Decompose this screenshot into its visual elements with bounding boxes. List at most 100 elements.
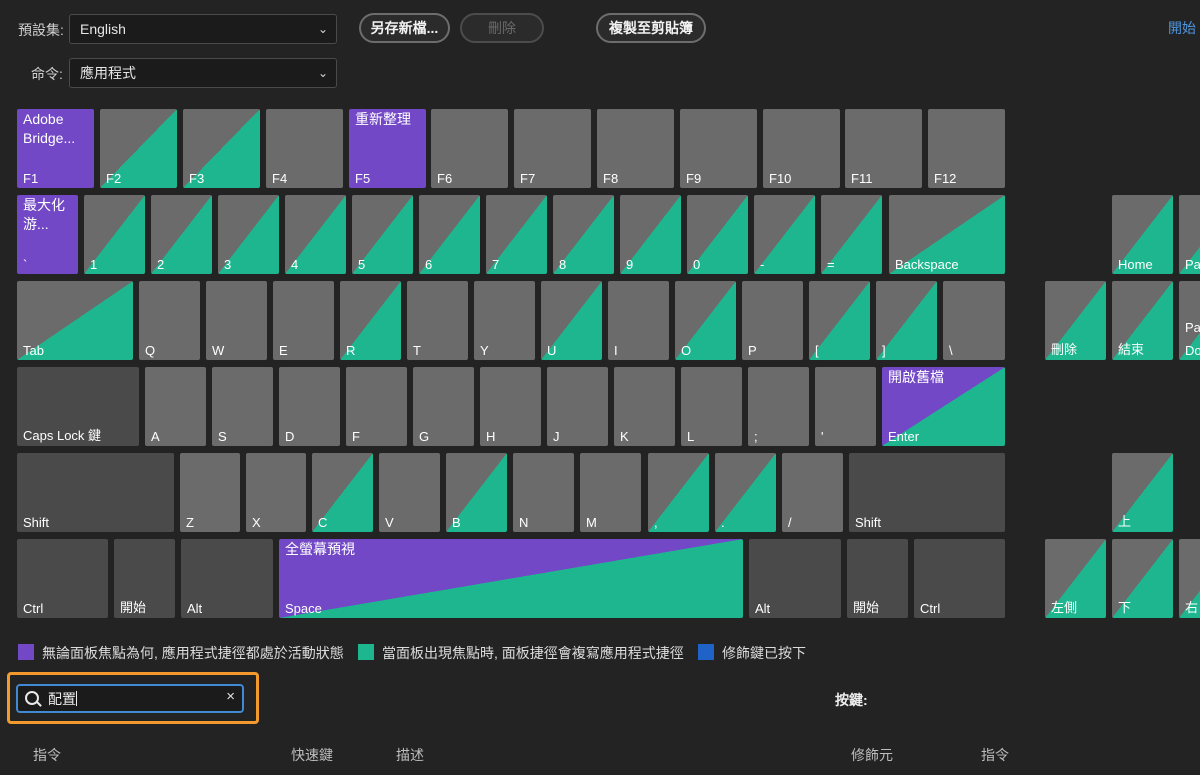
key-arrow-up[interactable]: 上 xyxy=(1112,453,1173,532)
key-2[interactable]: 2 xyxy=(151,195,212,274)
key-left-alt[interactable]: Alt xyxy=(181,539,273,618)
key-home[interactable]: Home xyxy=(1112,195,1173,274)
key-semicolon[interactable]: ; xyxy=(748,367,809,446)
key-u[interactable]: U xyxy=(541,281,602,360)
delete-button[interactable]: 刪除 xyxy=(460,13,544,43)
key-f10[interactable]: F10 xyxy=(763,109,840,188)
key-left-shift[interactable]: Shift xyxy=(17,453,174,532)
key-arrow-right[interactable]: 右 xyxy=(1179,539,1200,618)
key-f5[interactable]: 重新整理 F5 xyxy=(349,109,426,188)
column-header-modifier[interactable]: 修飾元 xyxy=(851,745,893,765)
key-z[interactable]: Z xyxy=(180,453,240,532)
key-equal[interactable]: = xyxy=(821,195,882,274)
key-1[interactable]: 1 xyxy=(84,195,145,274)
key-label: . xyxy=(721,515,725,530)
key-3[interactable]: 3 xyxy=(218,195,279,274)
key-right-ctrl[interactable]: Ctrl xyxy=(914,539,1005,618)
key-f1[interactable]: Adobe Bridge... F1 xyxy=(17,109,94,188)
key-f3[interactable]: F3 xyxy=(183,109,260,188)
key-minus[interactable]: - xyxy=(754,195,815,274)
key-backslash[interactable]: \ xyxy=(943,281,1005,360)
key-g[interactable]: G xyxy=(413,367,474,446)
key-arrow-left[interactable]: 左側 xyxy=(1045,539,1106,618)
key-0[interactable]: 0 xyxy=(687,195,748,274)
key-grave[interactable]: 最大化游... ` xyxy=(17,195,78,274)
key-v[interactable]: V xyxy=(379,453,440,532)
key-caps-lock[interactable]: Caps Lock 鍵 xyxy=(17,367,139,446)
key-r[interactable]: R xyxy=(340,281,401,360)
key-f6[interactable]: F6 xyxy=(431,109,508,188)
key-f8[interactable]: F8 xyxy=(597,109,674,188)
key-t[interactable]: T xyxy=(407,281,468,360)
column-header-command[interactable]: 指令 xyxy=(33,745,61,765)
key-m[interactable]: M xyxy=(580,453,641,532)
key-tab[interactable]: Tab xyxy=(17,281,133,360)
key-label: \ xyxy=(949,343,953,358)
start-link[interactable]: 開始 xyxy=(1168,18,1196,38)
key-x[interactable]: X xyxy=(246,453,306,532)
key-f11[interactable]: F11 xyxy=(845,109,922,188)
key-i[interactable]: I xyxy=(608,281,669,360)
key-f2[interactable]: F2 xyxy=(100,109,177,188)
key-page-up[interactable]: Pa xyxy=(1179,195,1200,274)
key-command: 最大化游... xyxy=(23,197,65,232)
key-d[interactable]: D xyxy=(279,367,340,446)
key-space[interactable]: 全螢幕預視 Space xyxy=(279,539,743,618)
key-c[interactable]: C xyxy=(312,453,373,532)
key-6[interactable]: 6 xyxy=(419,195,480,274)
key-right-bracket[interactable]: ] xyxy=(876,281,937,360)
key-q[interactable]: Q xyxy=(139,281,200,360)
key-end[interactable]: 結束 xyxy=(1112,281,1173,360)
key-n[interactable]: N xyxy=(513,453,574,532)
key-j[interactable]: J xyxy=(547,367,608,446)
key-left-ctrl[interactable]: Ctrl xyxy=(17,539,108,618)
key-k[interactable]: K xyxy=(614,367,675,446)
key-period[interactable]: . xyxy=(715,453,776,532)
key-l[interactable]: L xyxy=(681,367,742,446)
search-input[interactable]: 配置 × xyxy=(16,684,244,713)
key-e[interactable]: E xyxy=(273,281,334,360)
key-8[interactable]: 8 xyxy=(553,195,614,274)
key-9[interactable]: 9 xyxy=(620,195,681,274)
key-backspace[interactable]: Backspace xyxy=(889,195,1005,274)
preset-dropdown[interactable]: English ⌄ xyxy=(69,14,337,44)
key-enter[interactable]: 開啟舊檔 Enter xyxy=(882,367,1005,446)
key-left-bracket[interactable]: [ xyxy=(809,281,870,360)
save-as-button[interactable]: 另存新檔... xyxy=(359,13,450,43)
key-right-start[interactable]: 開始 xyxy=(847,539,908,618)
key-comma[interactable]: , xyxy=(648,453,709,532)
key-page-down[interactable]: Pag Do xyxy=(1179,281,1200,360)
key-f4[interactable]: F4 xyxy=(266,109,343,188)
key-right-alt[interactable]: Alt xyxy=(749,539,841,618)
key-b[interactable]: B xyxy=(446,453,507,532)
key-5[interactable]: 5 xyxy=(352,195,413,274)
key-f9[interactable]: F9 xyxy=(680,109,757,188)
key-label: 開始 xyxy=(853,600,880,615)
key-4[interactable]: 4 xyxy=(285,195,346,274)
key-s[interactable]: S xyxy=(212,367,273,446)
key-w[interactable]: W xyxy=(206,281,267,360)
key-quote[interactable]: ' xyxy=(815,367,876,446)
key-slash[interactable]: / xyxy=(782,453,843,532)
key-a[interactable]: A xyxy=(145,367,206,446)
key-7[interactable]: 7 xyxy=(486,195,547,274)
key-arrow-down[interactable]: 下 xyxy=(1112,539,1173,618)
key-p[interactable]: P xyxy=(742,281,803,360)
key-right-shift[interactable]: Shift xyxy=(849,453,1005,532)
key-f[interactable]: F xyxy=(346,367,407,446)
key-h[interactable]: H xyxy=(480,367,541,446)
column-header-shortcut[interactable]: 快速鍵 xyxy=(291,745,333,765)
key-label: 下 xyxy=(1118,600,1132,615)
key-label: Caps Lock 鍵 xyxy=(23,428,102,443)
clear-icon[interactable]: × xyxy=(226,688,235,705)
column-header-command-2[interactable]: 指令 xyxy=(981,745,1009,765)
key-y[interactable]: Y xyxy=(474,281,535,360)
copy-to-clipboard-button[interactable]: 複製至剪貼簿 xyxy=(596,13,706,43)
key-f7[interactable]: F7 xyxy=(514,109,591,188)
key-left-start[interactable]: 開始 xyxy=(114,539,175,618)
key-f12[interactable]: F12 xyxy=(928,109,1005,188)
key-delete[interactable]: 刪除 xyxy=(1045,281,1106,360)
command-dropdown[interactable]: 應用程式 ⌄ xyxy=(69,58,337,88)
column-header-description[interactable]: 描述 xyxy=(396,745,424,765)
key-o[interactable]: O xyxy=(675,281,736,360)
